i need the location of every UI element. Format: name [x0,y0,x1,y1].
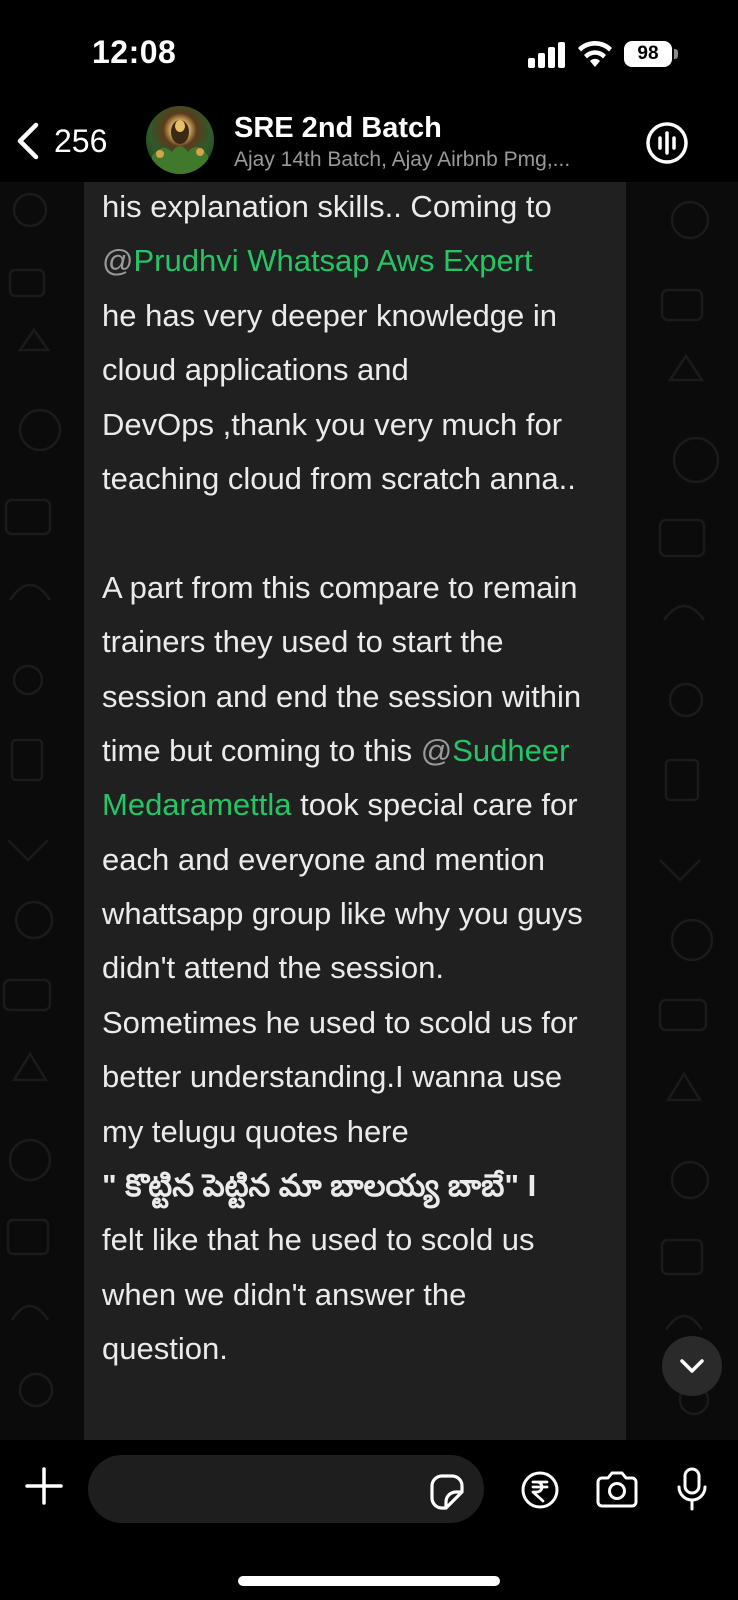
message-line: " కొట్టిన పెట్టిన మా బాలయ్య బాబే" I [102,1159,612,1213]
message-line: DevOps ,thank you very much for [102,398,612,452]
message-line: Sometimes he used to scold us for [102,996,612,1050]
rupee-icon[interactable] [520,1470,560,1510]
message-text-segment: felt like that he used to scold us [102,1222,535,1258]
message-line: Medaramettla took special care for [102,778,612,832]
message-text-segment: took special care for [291,787,578,823]
message-line: A part from this compare to remain [102,561,612,615]
message-text-segment: session and end the session within [102,678,582,714]
battery-tip [674,49,678,59]
message-text-segment: my telugu quotes here [102,1113,409,1149]
plus-icon[interactable] [24,1466,64,1506]
back-button[interactable]: 256 [14,118,107,164]
group-avatar[interactable] [146,106,214,174]
message-line [102,506,612,560]
message-line: when we didn't answer the [102,1268,612,1322]
message-text-segment: cloud applications and [102,352,409,388]
message-line: teaching cloud from scratch anna.. [102,452,612,506]
message-line: each and everyone and mention [102,833,612,887]
mention-at-symbol: @ [420,732,453,768]
status-time: 12:08 [92,34,177,70]
message-text-segment: each and everyone and mention [102,841,545,877]
wifi-icon [578,40,612,67]
mention-link[interactable]: Sudheer [452,733,569,768]
chat-participants[interactable]: Ajay 14th Batch, Ajay Airbnb Pmg,... [234,148,614,172]
message-line: cloud applications and [102,343,612,397]
message-text-segment: Sometimes he used to scold us for [102,1004,578,1040]
home-indicator[interactable] [238,1576,500,1586]
message-line: @Prudhvi Whatsap Aws Expert [102,234,612,288]
message-line: time but coming to this @Sudheer [102,724,612,778]
message-line: whattsapp group like why you guys [102,887,612,941]
message-text-segment: DevOps ,thank you very much for [102,406,563,442]
chevron-left-icon [17,122,39,160]
message-line: my telugu quotes here [102,1105,612,1159]
camera-icon[interactable] [594,1470,640,1510]
message-text-segment: A part from this compare to remain [102,569,578,605]
message-text-segment: better understanding.I wanna use [102,1059,563,1095]
message-text-segment: question. [102,1331,228,1367]
message-text-segment: trainers they used to start the [102,624,504,660]
message-line: didn't attend the session. [102,941,612,995]
chevron-down-icon [680,1359,704,1373]
mention-link[interactable]: Medaramettla [102,787,292,822]
whatsapp-chat-screen: 12:08 98 256 SRE 2nd Batch Ajay 14th Bat… [0,0,738,1600]
message-text-segment: time but coming to this [102,732,421,768]
avatar-image [152,120,208,174]
message-text-segment: didn't attend the session. [102,950,444,986]
message-text-segment: he has very deeper knowledge in [102,297,557,333]
microphone-icon[interactable] [676,1466,708,1512]
message-text-segment: whattsapp group like why you guys [102,896,583,932]
message-text-segment: teaching cloud from scratch anna.. [102,460,576,496]
message-text: his explanation skills.. Coming to @Prudh… [102,180,612,1377]
group-call-icon[interactable] [644,120,690,166]
message-line: question. [102,1322,612,1376]
message-text-segment: his explanation skills.. Coming to [102,189,552,224]
message-line: felt like that he used to scold us [102,1213,612,1267]
scroll-to-bottom-button[interactable] [662,1336,722,1396]
mention-link[interactable]: Prudhvi Whatsap Aws Expert [133,243,532,278]
message-line: trainers they used to start the [102,615,612,669]
unread-count: 256 [54,122,108,159]
battery-indicator: 98 [624,41,672,67]
mention-at-symbol: @ [102,243,134,279]
message-line: session and end the session within [102,670,612,724]
sticker-icon[interactable] [426,1472,466,1512]
message-text-segment: when we didn't answer the [102,1276,467,1312]
message-input[interactable] [88,1455,484,1523]
message-text-segment: " కొట్టిన పెట్టిన మా బాలయ్య బాబే" I [102,1168,537,1204]
cellular-signal-icon [528,42,565,68]
message-line: better understanding.I wanna use [102,1050,612,1104]
message-line: he has very deeper knowledge in [102,289,612,343]
chat-title[interactable]: SRE 2nd Batch [234,112,442,145]
message-line: his explanation skills.. Coming to [102,180,612,234]
